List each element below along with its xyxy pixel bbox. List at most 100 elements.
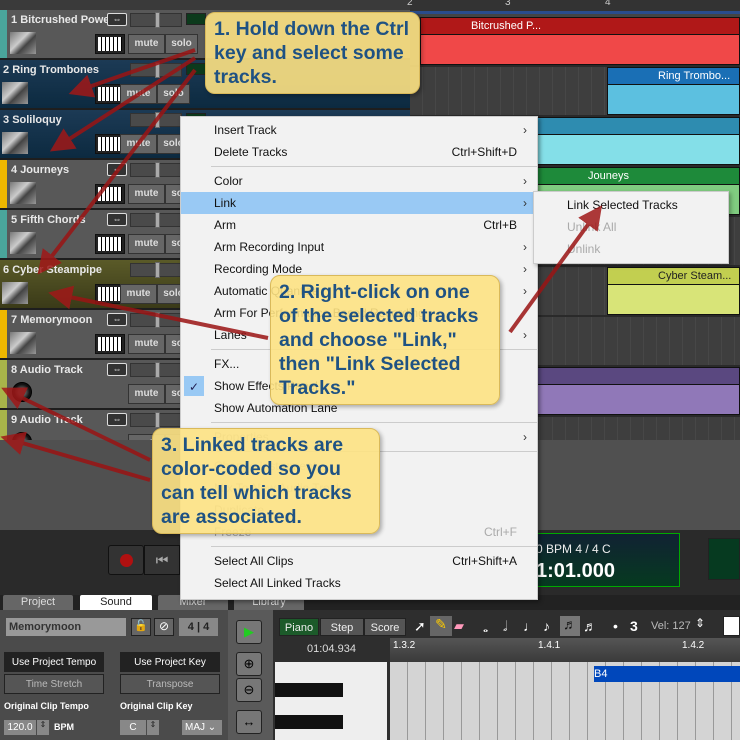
black-key[interactable] [275,683,343,697]
instrument-thumbnail[interactable] [10,32,36,54]
instrument-thumbnail[interactable] [2,82,28,104]
note-grid[interactable]: B4 [390,662,740,740]
key-stepper[interactable]: ⇕ [147,720,159,735]
menu-item-link[interactable]: Link › [181,192,537,214]
tab-project[interactable]: Project [3,595,73,610]
mute-button[interactable]: mute [128,34,165,54]
note-b4[interactable]: B4 [594,666,740,682]
rewind-button[interactable]: ⏮ [144,545,180,575]
clip[interactable]: Ring Trombo... [607,67,740,115]
dotted-note-icon[interactable]: • [613,618,618,634]
triplet-button[interactable]: 3 [630,618,638,634]
submenu-item-unlink-all[interactable]: Unlink All [534,216,728,238]
fader-handle[interactable] [155,112,160,128]
menu-item-color[interactable]: Color › [181,170,537,192]
clip-header[interactable]: Jouneys [538,168,739,185]
fader-handle[interactable] [155,262,160,278]
black-key[interactable] [275,715,343,729]
track-name[interactable]: 4 Journeys [11,164,69,176]
menu-item-arm-recording-input[interactable]: Arm Recording Input › [181,236,537,258]
tempo-stepper[interactable]: ⇕ [37,720,49,735]
menu-item-insert-track[interactable]: Insert Track › [181,119,537,141]
submenu-item-unlink[interactable]: Unlink [534,238,728,260]
thirtysecond-note-icon[interactable]: ♬ [583,618,597,634]
velocity-stepper[interactable]: ⇕ [695,616,705,630]
link-icon[interactable]: ⇔ [107,163,127,176]
volume-fader[interactable] [130,212,182,228]
volume-fader[interactable] [130,162,182,178]
track-name[interactable]: 1 Bitcrushed Power [11,14,114,26]
mute-button[interactable]: mute [128,334,165,354]
fader-handle[interactable] [155,412,160,428]
half-note-icon[interactable]: 𝅗𝅥 [503,618,507,635]
fader-handle[interactable] [155,362,160,378]
instrument-thumbnail[interactable] [10,232,36,254]
tab-piano[interactable]: Piano [279,618,319,636]
mute-button[interactable]: mute [128,184,165,204]
track-name[interactable]: 7 Memorymoon [11,314,92,326]
mute-button[interactable]: mute [128,234,165,254]
clip-header[interactable] [538,118,739,135]
pointer-tool-icon[interactable]: ➚ [414,618,426,635]
eighth-note-icon[interactable]: ♪ [543,618,550,634]
fader-handle[interactable] [155,62,160,78]
menu-item-arm[interactable]: Arm Ctrl+B [181,214,537,236]
volume-fader[interactable] [130,62,182,78]
clip-header[interactable]: Ring Trombo... [608,68,739,85]
fader-handle[interactable] [155,312,160,328]
volume-fader[interactable] [130,112,182,128]
clip[interactable] [537,367,740,415]
tab-sound[interactable]: Sound [80,595,152,610]
menu-item-select-all-clips[interactable]: Select All Clips Ctrl+Shift+A [181,550,537,572]
time-stretch-button[interactable]: Time Stretch [4,674,104,694]
fader-handle[interactable] [155,12,160,28]
submenu-item-link-selected-tracks[interactable]: Link Selected Tracks [534,194,728,216]
record-button[interactable] [108,545,144,575]
whole-note-icon[interactable]: 𝅝 [483,620,488,636]
pencil-tool-icon[interactable]: ✎ [430,616,452,636]
volume-fader[interactable] [130,12,182,28]
clip-header[interactable] [538,368,739,385]
transpose-button[interactable]: Transpose [120,674,220,694]
instrument-thumbnail[interactable] [10,332,36,354]
solo-button[interactable]: solo [157,84,190,104]
quarter-note-icon[interactable]: ♩ [523,618,537,634]
clip[interactable] [537,117,740,165]
clip[interactable]: Bitcrushed P... [420,17,740,65]
track-name[interactable]: 9 Audio Track [11,414,83,426]
use-project-tempo-button[interactable]: Use Project Tempo [4,652,104,672]
lock-button[interactable]: 🔓 [131,618,151,636]
fader-handle[interactable] [155,212,160,228]
track-name[interactable]: 3 Soliloquy [3,114,62,126]
mute-button[interactable]: mute [120,84,157,104]
track-name[interactable]: 2 Ring Trombones [3,64,99,76]
volume-fader[interactable] [130,362,182,378]
instrument-name[interactable]: Memorymoon [6,618,126,636]
sixteenth-note-icon[interactable]: ♬ [560,616,580,636]
time-signature[interactable]: 4 | 4 [179,618,218,636]
instrument-thumbnail[interactable] [2,282,28,304]
keyboard-icon[interactable] [95,334,125,354]
link-icon[interactable]: ⇔ [107,313,127,326]
link-icon[interactable]: ⇔ [107,213,127,226]
mode-select[interactable]: MAJ ⌄ [182,720,222,735]
clip-header[interactable]: Cyber Steam... [608,268,739,285]
eraser-tool-icon[interactable]: ▰ [454,618,464,634]
timeline-ruler[interactable]: 2 3 4 [407,0,740,14]
track-name[interactable]: 5 Fifth Chords [11,214,86,226]
instrument-thumbnail[interactable] [10,182,36,204]
piano-ruler[interactable]: 1.3.2 1.4.1 1.4.2 [390,638,740,662]
disable-button[interactable]: ⊘ [154,618,174,636]
tab-step[interactable]: Step [320,618,364,636]
solo-button[interactable]: solo [165,34,198,54]
keyboard-icon[interactable] [95,234,125,254]
track-name[interactable]: 6 Cyber Steampipe [3,264,102,276]
keyboard-icon[interactable] [95,34,125,54]
mute-button[interactable]: mute [120,134,157,154]
link-icon[interactable]: ⇔ [107,413,127,426]
instrument-thumbnail[interactable] [2,132,28,154]
volume-fader[interactable] [130,412,182,428]
link-icon[interactable]: ⇔ [107,13,127,26]
clip[interactable]: Cyber Steam... [607,267,740,315]
menu-item-delete-tracks[interactable]: Delete Tracks Ctrl+Shift+D [181,141,537,163]
